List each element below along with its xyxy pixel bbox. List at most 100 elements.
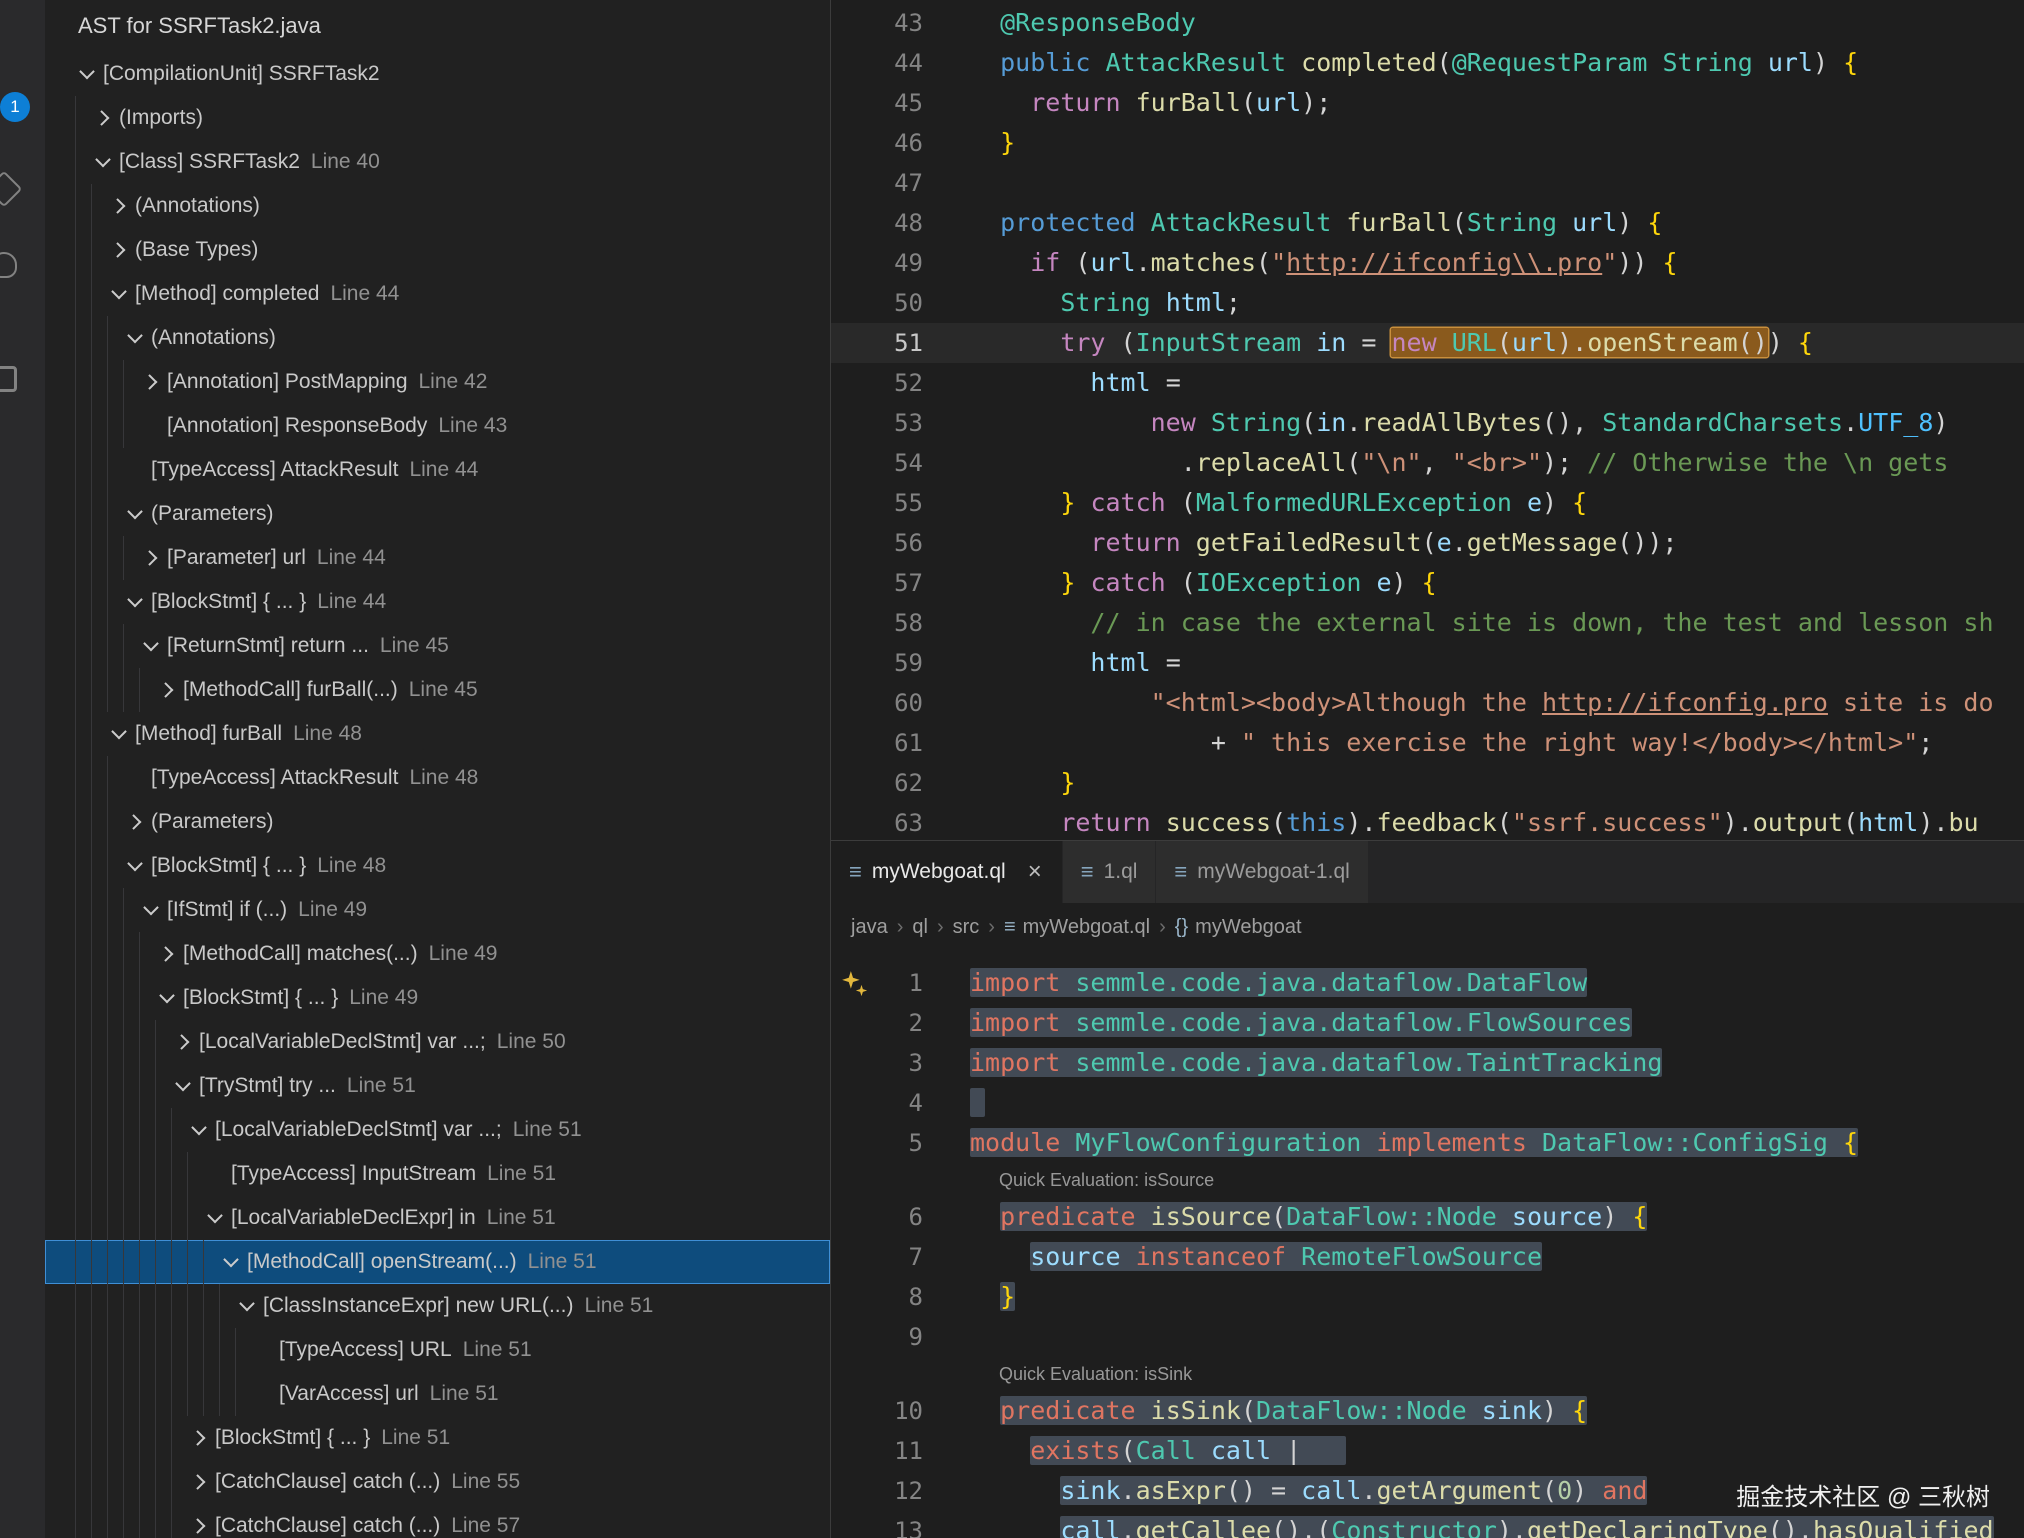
chevron-down-icon[interactable] xyxy=(123,492,151,536)
chevron-right-icon[interactable] xyxy=(139,360,167,404)
ql-editor[interactable]: 1import semmle.code.java.dataflow.DataFl… xyxy=(831,951,2024,1538)
code-line[interactable]: 52 html = xyxy=(831,363,2024,403)
code-line[interactable]: 7 source instanceof RemoteFlowSource xyxy=(831,1237,2024,1277)
close-icon[interactable]: × xyxy=(1026,858,1044,886)
chevron-down-icon[interactable] xyxy=(107,272,135,316)
chevron-right-icon[interactable] xyxy=(155,668,183,712)
codelens-quick-evaluation[interactable]: Quick Evaluation: isSink xyxy=(999,1364,1192,1384)
breadcrumb-item-mywebgoat[interactable]: {}myWebgoat xyxy=(1175,916,1302,939)
chevron-down-icon[interactable] xyxy=(155,976,183,1020)
code-line[interactable]: 43 @ResponseBody xyxy=(831,3,2024,43)
code-line[interactable]: 48 protected AttackResult furBall(String… xyxy=(831,203,2024,243)
tab-mywebgoat-1-ql[interactable]: ≡myWebgoat-1.ql xyxy=(1156,841,1368,903)
tree-item[interactable]: [LocalVariableDeclStmt] var ...;Line 50 xyxy=(45,1020,830,1064)
code-line[interactable]: 53 new String(in.readAllBytes(), Standar… xyxy=(831,403,2024,443)
code-line[interactable]: 46 } xyxy=(831,123,2024,163)
code-line[interactable]: 54 .replaceAll("\n", "<br>"); // Otherwi… xyxy=(831,443,2024,483)
code-line[interactable]: 47 xyxy=(831,163,2024,203)
code-line[interactable]: 8 } xyxy=(831,1277,2024,1317)
code-line[interactable]: 51 try (InputStream in = new URL(url).op… xyxy=(831,323,2024,363)
tree-item[interactable]: [IfStmt] if (...)Line 49 xyxy=(45,888,830,932)
tree-item[interactable]: [Parameter] urlLine 44 xyxy=(45,536,830,580)
breadcrumb-item-src[interactable]: src xyxy=(953,916,980,939)
breadcrumb-item-ql[interactable]: ql xyxy=(912,916,928,939)
tree-item[interactable]: (Imports) xyxy=(45,96,830,140)
tree-item[interactable]: (Parameters) xyxy=(45,492,830,536)
chevron-down-icon[interactable] xyxy=(139,888,167,932)
tree-item[interactable]: [Class] SSRFTask2Line 40 xyxy=(45,140,830,184)
tree-item[interactable]: [TypeAccess] URLLine 51 xyxy=(45,1328,830,1372)
tree-item[interactable]: [TypeAccess] AttackResultLine 44 xyxy=(45,448,830,492)
tree-item[interactable]: [TypeAccess] AttackResultLine 48 xyxy=(45,756,830,800)
code-line[interactable]: 45 return furBall(url); xyxy=(831,83,2024,123)
tree-item[interactable]: [BlockStmt] { ... }Line 49 xyxy=(45,976,830,1020)
code-line[interactable]: 59 html = xyxy=(831,643,2024,683)
tree-item[interactable]: [MethodCall] furBall(...)Line 45 xyxy=(45,668,830,712)
chevron-down-icon[interactable] xyxy=(91,140,119,184)
tree-item[interactable]: [ClassInstanceExpr] new URL(...)Line 51 xyxy=(45,1284,830,1328)
chevron-down-icon[interactable] xyxy=(203,1196,231,1240)
code-line[interactable]: 9 xyxy=(831,1317,2024,1357)
tree-item[interactable]: [LocalVariableDeclExpr] inLine 51 xyxy=(45,1196,830,1240)
code-line[interactable]: 13 call.getCallee().(Constructor).getDec… xyxy=(831,1511,2024,1538)
chevron-down-icon[interactable] xyxy=(219,1240,247,1284)
tree-item[interactable]: [TypeAccess] InputStreamLine 51 xyxy=(45,1152,830,1196)
code-line[interactable]: 62 } xyxy=(831,763,2024,803)
chevron-right-icon[interactable] xyxy=(187,1504,215,1538)
tab-mywebgoat-ql[interactable]: ≡myWebgoat.ql× xyxy=(831,841,1063,903)
tree-item[interactable]: [CompilationUnit] SSRFTask2 xyxy=(45,52,830,96)
codelens-quick-evaluation[interactable]: Quick Evaluation: isSource xyxy=(999,1170,1214,1190)
chevron-down-icon[interactable] xyxy=(123,316,151,360)
tree-item[interactable]: [MethodCall] openStream(...)Line 51 xyxy=(45,1240,830,1284)
code-line[interactable]: 10 predicate isSink(DataFlow::Node sink)… xyxy=(831,1391,2024,1431)
chevron-down-icon[interactable] xyxy=(123,844,151,888)
chevron-right-icon[interactable] xyxy=(107,228,135,272)
code-line[interactable]: 2import semmle.code.java.dataflow.FlowSo… xyxy=(831,1003,2024,1043)
tree-item[interactable]: [BlockStmt] { ... }Line 44 xyxy=(45,580,830,624)
tree-item[interactable]: [Method] furBallLine 48 xyxy=(45,712,830,756)
beaker-icon[interactable] xyxy=(0,252,17,278)
chevron-down-icon[interactable] xyxy=(107,712,135,756)
tree-item[interactable]: [VarAccess] urlLine 51 xyxy=(45,1372,830,1416)
tree-item[interactable]: [Method] completedLine 44 xyxy=(45,272,830,316)
tree-item[interactable]: [CatchClause] catch (...)Line 57 xyxy=(45,1504,830,1538)
tree-item[interactable]: [Annotation] PostMappingLine 42 xyxy=(45,360,830,404)
chevron-down-icon[interactable] xyxy=(187,1108,215,1152)
code-line[interactable]: 1import semmle.code.java.dataflow.DataFl… xyxy=(831,963,2024,1003)
code-line[interactable]: 50 String html; xyxy=(831,283,2024,323)
code-line[interactable]: 60 "<html><body>Although the http://ifco… xyxy=(831,683,2024,723)
tree-item[interactable]: [TryStmt] try ...Line 51 xyxy=(45,1064,830,1108)
code-line[interactable]: 3import semmle.code.java.dataflow.TaintT… xyxy=(831,1043,2024,1083)
code-line[interactable]: 5module MyFlowConfiguration implements D… xyxy=(831,1123,2024,1163)
tree-item[interactable]: [CatchClause] catch (...)Line 55 xyxy=(45,1460,830,1504)
chevron-right-icon[interactable] xyxy=(171,1020,199,1064)
chevron-right-icon[interactable] xyxy=(107,184,135,228)
tree-item[interactable]: [ReturnStmt] return ...Line 45 xyxy=(45,624,830,668)
java-editor[interactable]: 43 @ResponseBody44 public AttackResult c… xyxy=(831,0,2024,840)
tree-item[interactable]: [BlockStmt] { ... }Line 48 xyxy=(45,844,830,888)
tree-item[interactable]: (Parameters) xyxy=(45,800,830,844)
chevron-down-icon[interactable] xyxy=(139,624,167,668)
breadcrumb-item-java[interactable]: java xyxy=(851,916,888,939)
code-line[interactable]: 63 return success(this).feedback("ssrf.s… xyxy=(831,803,2024,840)
chevron-right-icon[interactable] xyxy=(123,800,151,844)
tree-item[interactable]: [Annotation] ResponseBodyLine 43 xyxy=(45,404,830,448)
breadcrumb-item-mywebgoat-ql[interactable]: ≡myWebgoat.ql xyxy=(1004,916,1150,939)
chevron-right-icon[interactable] xyxy=(155,932,183,976)
chevron-down-icon[interactable] xyxy=(235,1284,263,1328)
code-line[interactable]: 56 return getFailedResult(e.getMessage()… xyxy=(831,523,2024,563)
tree-item[interactable]: (Base Types) xyxy=(45,228,830,272)
code-line[interactable]: 49 if (url.matches("http://ifconfig\\.pr… xyxy=(831,243,2024,283)
code-line[interactable]: 61 + " this exercise the right way!</bod… xyxy=(831,723,2024,763)
tool-icon[interactable] xyxy=(0,171,22,208)
tab-1-ql[interactable]: ≡1.ql xyxy=(1063,841,1157,903)
code-line[interactable]: 6 predicate isSource(DataFlow::Node sour… xyxy=(831,1197,2024,1237)
chevron-right-icon[interactable] xyxy=(187,1416,215,1460)
code-line[interactable]: 55 } catch (MalformedURLException e) { xyxy=(831,483,2024,523)
chevron-right-icon[interactable] xyxy=(139,536,167,580)
chevron-right-icon[interactable] xyxy=(91,96,119,140)
tree-item[interactable]: (Annotations) xyxy=(45,184,830,228)
code-line[interactable]: 11 exists(Call call | xyxy=(831,1431,2024,1471)
chevron-right-icon[interactable] xyxy=(187,1460,215,1504)
chevron-down-icon[interactable] xyxy=(75,52,103,96)
